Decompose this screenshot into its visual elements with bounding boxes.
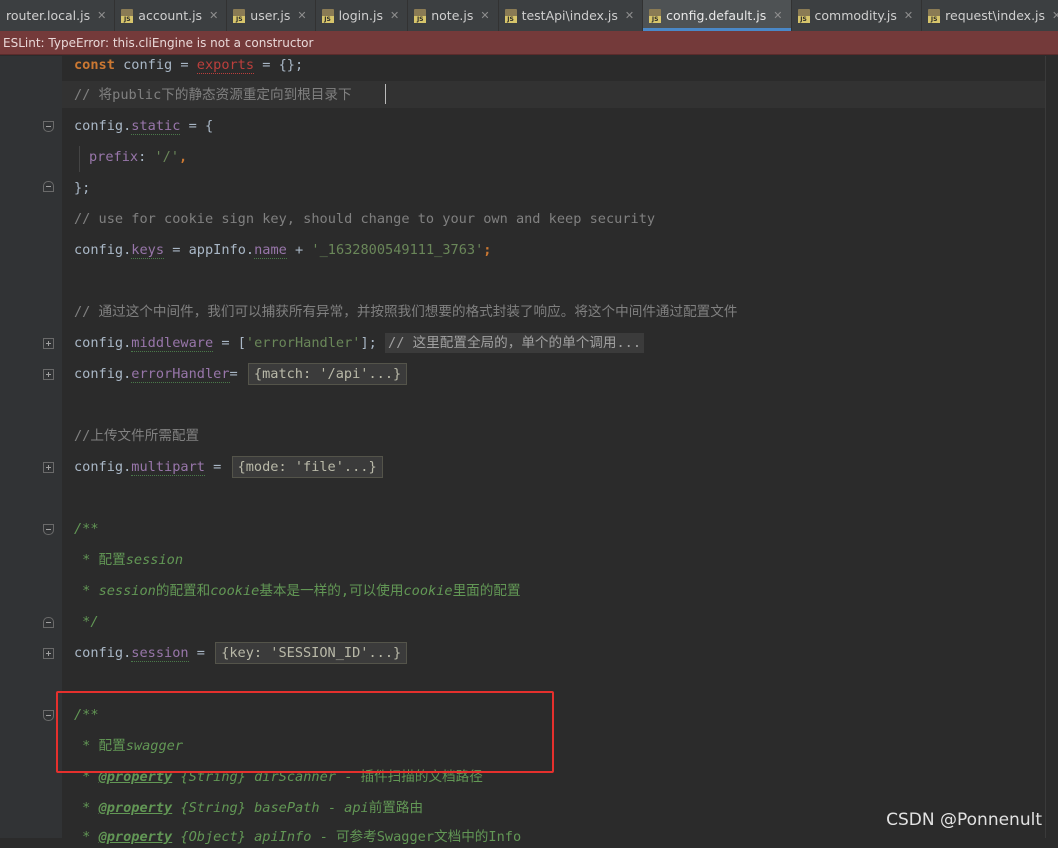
- tab-testapi-index[interactable]: testApi\index.js ✕: [499, 0, 644, 31]
- tab-router-local[interactable]: router.local.js ✕: [0, 0, 116, 31]
- eslint-error-banner: ESLint: TypeError: this.cliEngine is not…: [0, 31, 1058, 55]
- js-file-icon: [121, 8, 134, 23]
- tab-label: account.js: [138, 8, 203, 23]
- js-file-icon: [928, 8, 941, 23]
- text-cursor: [385, 84, 386, 104]
- close-icon[interactable]: ✕: [297, 9, 306, 22]
- watermark: CSDN @Ponnenult: [886, 810, 1042, 830]
- fold-expand-icon[interactable]: [43, 338, 54, 349]
- tab-config-default[interactable]: config.default.js ✕: [643, 0, 792, 31]
- close-icon[interactable]: ✕: [625, 9, 634, 22]
- code-line: * session的配置和cookie基本是一样的,可以使用cookie里面的配…: [74, 583, 521, 599]
- close-icon[interactable]: ✕: [480, 9, 489, 22]
- tab-user[interactable]: user.js ✕: [227, 0, 316, 31]
- editor-gutter: [0, 56, 62, 838]
- folded-region[interactable]: {key: 'SESSION_ID'...}: [215, 642, 408, 664]
- folded-region[interactable]: {mode: 'file'...}: [231, 456, 383, 478]
- code-line: * @property {String} basePath - api前置路由: [74, 800, 424, 816]
- code-line: const config = exports = {};: [74, 57, 304, 74]
- fold-open-icon[interactable]: [43, 524, 54, 535]
- fold-open-icon[interactable]: [43, 710, 54, 721]
- js-file-icon: [797, 8, 810, 23]
- fold-expand-icon[interactable]: [43, 462, 54, 473]
- js-file-icon: [321, 8, 334, 23]
- tab-label: config.default.js: [666, 8, 767, 23]
- tab-label: commodity.js: [814, 8, 897, 23]
- code-line: // use for cookie sign key, should chang…: [74, 211, 656, 227]
- editor-tab-bar: router.local.js ✕ account.js ✕ user.js ✕…: [0, 0, 1058, 32]
- code-line: };: [74, 180, 91, 196]
- code-line: config.multipart = {mode: 'file'...}: [74, 456, 383, 478]
- close-icon[interactable]: ✕: [773, 9, 782, 22]
- fold-open-icon[interactable]: [43, 121, 54, 132]
- code-line: config.keys = appInfo.name + '_163280054…: [74, 242, 492, 259]
- code-line: prefix: '/',: [89, 149, 188, 165]
- fold-close-icon[interactable]: [43, 617, 54, 628]
- fold-expand-icon[interactable]: [43, 369, 54, 380]
- close-icon[interactable]: ✕: [97, 9, 106, 22]
- tab-label: request\index.js: [945, 8, 1046, 23]
- tab-label: note.js: [431, 8, 474, 23]
- code-line: config.errorHandler= {match: '/api'...}: [74, 363, 408, 385]
- code-line: //上传文件所需配置: [74, 428, 200, 444]
- right-margin-guide: [1045, 56, 1046, 838]
- code-line: // 将public下的静态资源重定向到根目录下: [74, 87, 352, 103]
- code-line: * @property {Object} apiInfo - 可参考Swagge…: [74, 829, 522, 845]
- highlight-annotation-box: [56, 691, 554, 773]
- code-line: // 通过这个中间件，我们可以捕获所有异常，并按照我们想要的格式封装了响应。将这…: [74, 304, 738, 320]
- js-file-icon: [233, 8, 246, 23]
- tab-commodity[interactable]: commodity.js ✕: [792, 0, 923, 31]
- js-file-icon: [649, 8, 662, 23]
- tab-label: router.local.js: [6, 8, 91, 23]
- tab-label: user.js: [250, 8, 291, 23]
- code-line: * 配置session: [74, 552, 184, 568]
- tab-label: testApi\index.js: [521, 8, 618, 23]
- code-line: config.session = {key: 'SESSION_ID'...}: [74, 642, 408, 664]
- tab-account[interactable]: account.js ✕: [115, 0, 228, 31]
- tab-request-index[interactable]: request\index.js ✕: [922, 0, 1058, 31]
- tab-note[interactable]: note.js ✕: [408, 0, 499, 31]
- fold-expand-icon[interactable]: [43, 648, 54, 659]
- js-file-icon: [414, 8, 427, 23]
- tab-label: login.js: [338, 8, 383, 23]
- indent-guide: [79, 146, 80, 172]
- js-file-icon: [504, 8, 517, 23]
- folded-region[interactable]: {match: '/api'...}: [247, 363, 408, 385]
- close-icon[interactable]: ✕: [209, 9, 218, 22]
- close-icon[interactable]: ✕: [390, 9, 399, 22]
- tab-login[interactable]: login.js ✕: [316, 0, 409, 31]
- code-line: /**: [74, 521, 99, 537]
- fold-close-icon[interactable]: [43, 181, 54, 192]
- folded-comment[interactable]: // 这里配置全局的，单个的单个调用...: [385, 333, 645, 353]
- code-line: config.middleware = ['errorHandler']; //…: [74, 332, 645, 354]
- code-line: config.static = {: [74, 118, 214, 135]
- code-line: */: [74, 614, 99, 630]
- close-icon[interactable]: ✕: [1052, 9, 1058, 22]
- close-icon[interactable]: ✕: [904, 9, 913, 22]
